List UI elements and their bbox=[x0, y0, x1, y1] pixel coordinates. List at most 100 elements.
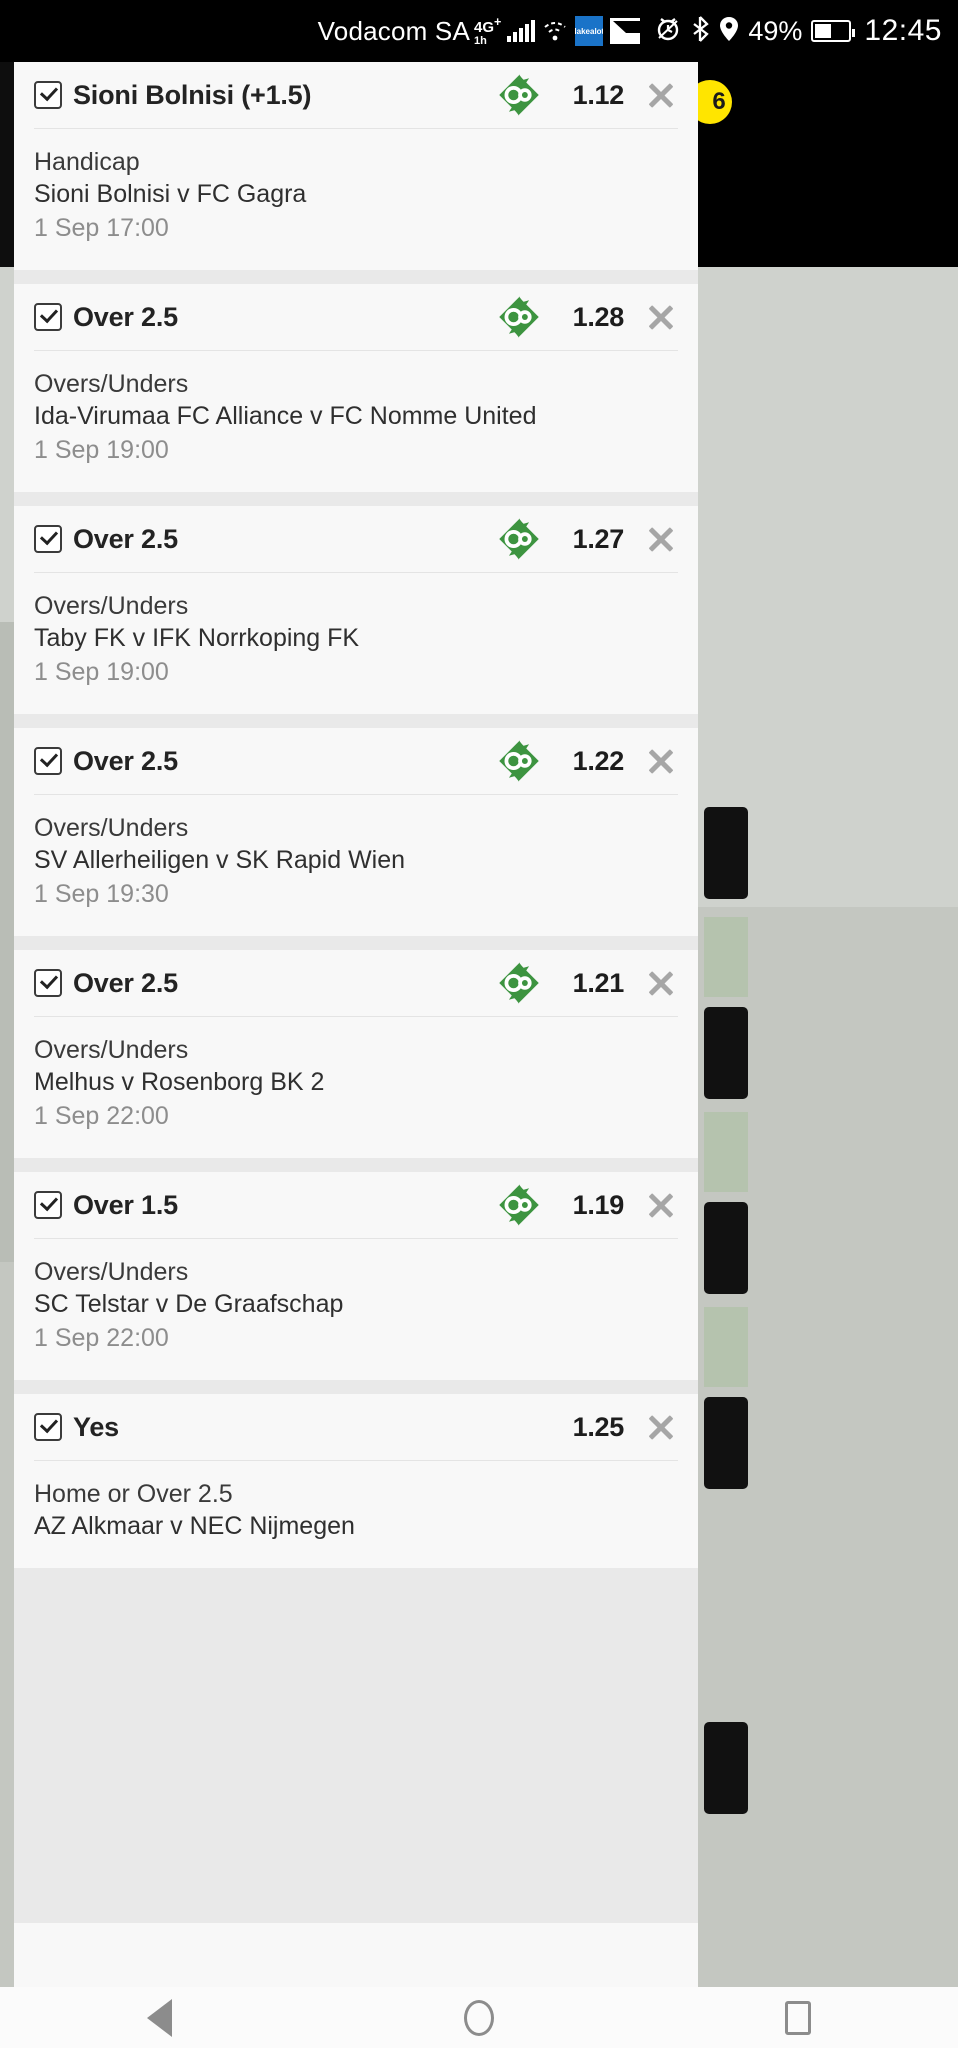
betslip-item-body: Home or Over 2.5 AZ Alkmaar v NEC Nijmeg… bbox=[34, 1461, 678, 1568]
fixture-name: SC Telstar v De Graafschap bbox=[34, 1290, 344, 1318]
notification-badge-count: 6 bbox=[712, 88, 726, 115]
co-logo-icon bbox=[499, 740, 539, 782]
background-tile bbox=[704, 1112, 748, 1192]
market-name: Overs/Unders bbox=[34, 370, 189, 398]
market-name: Handicap bbox=[34, 148, 140, 176]
phone-screen: 6 Sioni Bolnisi (+1.5) 1.12 Handicap Sio… bbox=[0, 0, 958, 2048]
selection-checkbox[interactable] bbox=[34, 525, 62, 553]
android-status-bar: Vodacom SA 4G+ 1h lakealot 49% 12:45 bbox=[0, 0, 958, 62]
event-datetime: 1 Sep 19:30 bbox=[34, 880, 169, 908]
betslip-item[interactable]: Over 2.5 1.28 Overs/Unders Ida-Virumaa F… bbox=[14, 284, 698, 492]
remove-icon[interactable] bbox=[644, 744, 678, 778]
fixture-name: Sioni Bolnisi v FC Gagra bbox=[34, 180, 307, 208]
odds-value: 1.12 bbox=[572, 79, 625, 110]
betslip-item[interactable]: Sioni Bolnisi (+1.5) 1.12 Handicap Sioni… bbox=[14, 62, 698, 270]
selection-label: Over 2.5 bbox=[73, 523, 178, 554]
remove-icon[interactable] bbox=[644, 1188, 678, 1222]
event-datetime: 1 Sep 22:00 bbox=[34, 1102, 169, 1130]
betslip-item-body: Overs/Unders SV Allerheiligen v SK Rapid… bbox=[34, 795, 678, 936]
back-triangle-icon bbox=[147, 1998, 173, 2037]
fixture-name: SV Allerheiligen v SK Rapid Wien bbox=[34, 846, 406, 874]
background-tile bbox=[704, 1307, 748, 1387]
betslip-item[interactable]: Over 2.5 1.22 Overs/Unders SV Allerheili… bbox=[14, 728, 698, 936]
co-logo-icon bbox=[499, 1184, 539, 1226]
nav-recents-button[interactable] bbox=[639, 2000, 958, 2035]
background-tile bbox=[704, 807, 748, 899]
selection-label: Yes bbox=[73, 1411, 119, 1442]
remove-icon[interactable] bbox=[644, 966, 678, 1000]
selection-checkbox[interactable] bbox=[34, 303, 62, 331]
background-tile bbox=[704, 1722, 748, 1814]
background-tile bbox=[704, 1397, 748, 1489]
battery-percent: 49% bbox=[748, 15, 803, 46]
mail-icon bbox=[610, 18, 664, 44]
betslip-item[interactable]: Over 2.5 1.21 Overs/Unders Melhus v Rose… bbox=[14, 950, 698, 1158]
betslip-item-header: Over 2.5 1.21 bbox=[34, 950, 678, 1016]
selection-checkbox[interactable] bbox=[34, 81, 62, 109]
wifi-icon bbox=[542, 20, 568, 42]
event-datetime: 1 Sep 19:00 bbox=[34, 436, 169, 464]
odds-value: 1.19 bbox=[572, 1189, 625, 1220]
co-logo-icon bbox=[499, 296, 539, 338]
event-datetime: 1 Sep 19:00 bbox=[34, 658, 169, 686]
signal-bars-icon bbox=[507, 20, 536, 42]
betslip-item[interactable]: Over 2.5 1.27 Overs/Unders Taby FK v IFK… bbox=[14, 506, 698, 714]
betslip-item-header: Over 1.5 1.19 bbox=[34, 1172, 678, 1238]
remove-icon[interactable] bbox=[644, 1410, 678, 1444]
betslip-item[interactable]: Yes 1.25 Home or Over 2.5 AZ Alkmaar v N… bbox=[14, 1394, 698, 1568]
market-name: Overs/Unders bbox=[34, 814, 189, 842]
remove-icon[interactable] bbox=[644, 78, 678, 112]
fixture-name: AZ Alkmaar v NEC Nijmegen bbox=[34, 1512, 355, 1540]
selection-label: Over 1.5 bbox=[73, 1189, 178, 1220]
carrier-name: Vodacom SA bbox=[317, 15, 470, 46]
market-name: Home or Over 2.5 bbox=[34, 1480, 233, 1508]
co-logo-icon bbox=[499, 74, 539, 116]
betslip-panel[interactable]: Sioni Bolnisi (+1.5) 1.12 Handicap Sioni… bbox=[14, 62, 698, 1987]
event-datetime: 1 Sep 17:00 bbox=[34, 214, 169, 242]
odds-value: 1.27 bbox=[572, 523, 625, 554]
fixture-name: Ida-Virumaa FC Alliance v FC Nomme Unite… bbox=[34, 402, 537, 430]
bluetooth-icon bbox=[690, 15, 710, 48]
battery-icon bbox=[811, 20, 856, 42]
status-bar-right-group: 49% 12:45 bbox=[655, 14, 942, 48]
background-tile bbox=[704, 1202, 748, 1294]
android-nav-bar bbox=[0, 1987, 958, 2048]
betslip-item-body: Overs/Unders Melhus v Rosenborg BK 2 1 S… bbox=[34, 1017, 678, 1158]
event-datetime: 1 Sep 22:00 bbox=[34, 1324, 169, 1352]
betslip-item-body: Overs/Unders Ida-Virumaa FC Alliance v F… bbox=[34, 351, 678, 492]
betslip-item-header: Over 2.5 1.28 bbox=[34, 284, 678, 350]
selection-checkbox[interactable] bbox=[34, 747, 62, 775]
betslip-item-body: Overs/Unders Taby FK v IFK Norrkoping FK… bbox=[34, 573, 678, 714]
background-tile bbox=[704, 1007, 748, 1099]
co-logo-icon bbox=[499, 962, 539, 1004]
selection-checkbox[interactable] bbox=[34, 969, 62, 997]
market-name: Overs/Unders bbox=[34, 592, 189, 620]
network-type-label: 4G+ 1h bbox=[473, 14, 502, 47]
co-logo-icon bbox=[499, 518, 539, 560]
home-circle-icon bbox=[463, 1999, 494, 2036]
selection-label: Over 2.5 bbox=[73, 745, 178, 776]
selection-checkbox[interactable] bbox=[34, 1413, 62, 1441]
betslip-item-header: Over 2.5 1.27 bbox=[34, 506, 678, 572]
betslip-item-body: Overs/Unders SC Telstar v De Graafschap … bbox=[34, 1239, 678, 1380]
status-bar-clock: 12:45 bbox=[864, 14, 942, 47]
nav-back-button[interactable] bbox=[0, 1998, 319, 2037]
market-name: Overs/Unders bbox=[34, 1258, 189, 1286]
alarm-icon bbox=[655, 16, 681, 47]
selection-label: Sioni Bolnisi (+1.5) bbox=[73, 79, 312, 110]
odds-value: 1.22 bbox=[572, 745, 625, 776]
market-name: Overs/Unders bbox=[34, 1036, 189, 1064]
betslip-item-body: Handicap Sioni Bolnisi v FC Gagra 1 Sep … bbox=[34, 129, 678, 270]
remove-icon[interactable] bbox=[644, 300, 678, 334]
nav-home-button[interactable] bbox=[319, 1999, 638, 2036]
background-tile bbox=[0, 622, 14, 1262]
betslip-item-header: Over 2.5 1.22 bbox=[34, 728, 678, 794]
selection-label: Over 2.5 bbox=[73, 301, 178, 332]
odds-value: 1.28 bbox=[572, 301, 625, 332]
odds-value: 1.21 bbox=[572, 967, 625, 998]
remove-icon[interactable] bbox=[644, 522, 678, 556]
betslip-item[interactable]: Over 1.5 1.19 Overs/Unders SC Telstar v … bbox=[14, 1172, 698, 1380]
selection-checkbox[interactable] bbox=[34, 1191, 62, 1219]
betslip-item-header: Sioni Bolnisi (+1.5) 1.12 bbox=[34, 62, 678, 128]
background-tile bbox=[704, 917, 748, 997]
